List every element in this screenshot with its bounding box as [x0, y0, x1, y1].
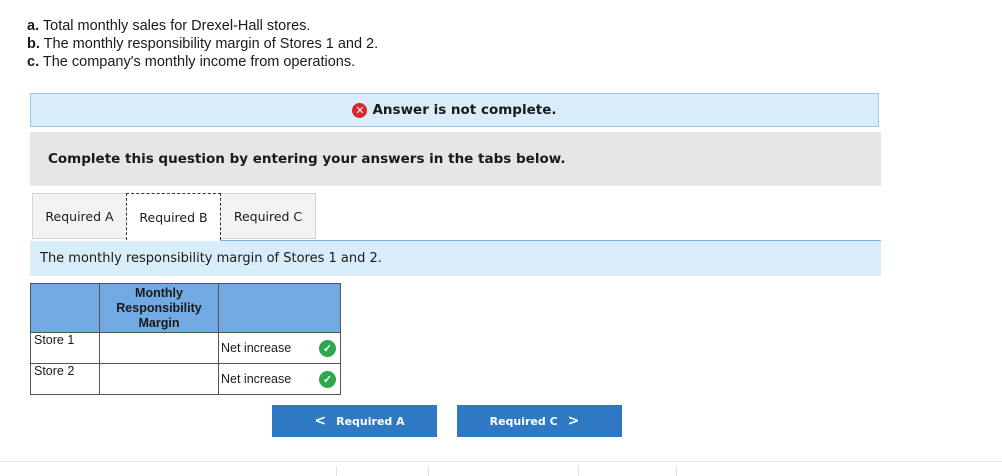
header-store: [30, 283, 100, 333]
prev-required-a-button[interactable]: < Required A: [272, 405, 437, 437]
answer-status-text: Answer is not complete.: [372, 102, 557, 118]
x-circle-icon: ✕: [352, 102, 368, 118]
tab-required-b[interactable]: Required B: [126, 193, 221, 240]
direction-select[interactable]: Net increase ✓: [218, 332, 341, 364]
chevron-left-icon: <: [314, 413, 327, 429]
tab-strip: Required A Required B Required C: [32, 193, 316, 240]
answer-status-banner: ✕ Answer is not complete.: [30, 93, 879, 127]
answer-table: Monthly Responsibility Margin Store 1 Ne…: [30, 283, 341, 395]
check-icon: ✓: [319, 339, 336, 357]
store-label: Store 2: [30, 363, 100, 395]
divider-tick: [676, 466, 677, 476]
table-header-row: Monthly Responsibility Margin: [30, 283, 341, 333]
margin-input[interactable]: [99, 363, 219, 395]
divider: [0, 461, 1002, 462]
next-required-c-button[interactable]: Required C >: [457, 405, 622, 437]
table-row: Store 2 Net increase ✓: [30, 363, 341, 395]
divider-tick: [578, 466, 579, 476]
divider-tick: [336, 466, 337, 476]
header-direction: [218, 283, 341, 333]
instruction-bar: Complete this question by entering your …: [30, 132, 881, 186]
question-prompt-text: The monthly responsibility margin of Sto…: [40, 251, 382, 266]
direction-select[interactable]: Net increase ✓: [218, 363, 341, 395]
requirement-b: b. The monthly responsibility margin of …: [27, 36, 379, 52]
store-label: Store 1: [30, 332, 100, 364]
tab-required-a[interactable]: Required A: [32, 193, 126, 239]
requirement-c: c. The company's monthly income from ope…: [27, 54, 356, 70]
margin-input[interactable]: [99, 332, 219, 364]
chevron-right-icon: >: [567, 413, 580, 429]
question-prompt: The monthly responsibility margin of Sto…: [30, 241, 881, 276]
instruction-text: Complete this question by entering your …: [48, 151, 566, 167]
table-row: Store 1 Net increase ✓: [30, 332, 341, 364]
prev-button-label: Required A: [336, 414, 405, 428]
check-icon: ✓: [319, 370, 336, 388]
tab-required-c[interactable]: Required C: [221, 193, 316, 239]
divider-tick: [428, 466, 429, 476]
next-button-label: Required C: [489, 414, 558, 428]
requirements-list: a. Total monthly sales for Drexel-Hall s…: [27, 17, 378, 71]
direction-select-value: Net increase: [221, 341, 292, 355]
requirement-a: a. Total monthly sales for Drexel-Hall s…: [27, 18, 311, 34]
header-monthly-responsibility-margin: Monthly Responsibility Margin: [99, 283, 219, 333]
direction-select-value: Net increase: [221, 372, 292, 386]
